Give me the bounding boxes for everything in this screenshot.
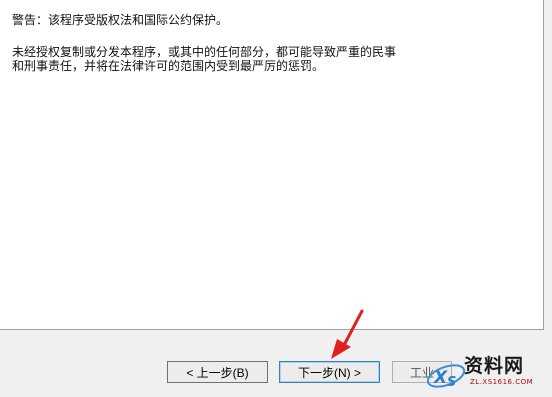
warning-text: 警告：该程序受版权法和国际公约保护。 xyxy=(12,13,229,27)
svg-text:X: X xyxy=(433,368,448,388)
annotation-arrow-icon xyxy=(331,309,364,359)
watermark-brand: 资料网 xyxy=(464,355,525,377)
installer-window: 警告：该程序受版权法和国际公约保护。 未经授权复制或分发本程序，或其中的任何部分… xyxy=(0,0,552,397)
back-button[interactable]: < 上一步(B) xyxy=(167,361,268,383)
license-text-area[interactable]: 警告：该程序受版权法和国际公约保护。 未经授权复制或分发本程序，或其中的任何部分… xyxy=(0,0,544,330)
watermark-url: ZL.XS1616.COM xyxy=(470,378,534,386)
svg-text:S: S xyxy=(447,375,456,390)
license-paragraph: 未经授权复制或分发本程序，或其中的任何部分，都可能导致严重的民事和刑事责任，并将… xyxy=(12,45,397,73)
